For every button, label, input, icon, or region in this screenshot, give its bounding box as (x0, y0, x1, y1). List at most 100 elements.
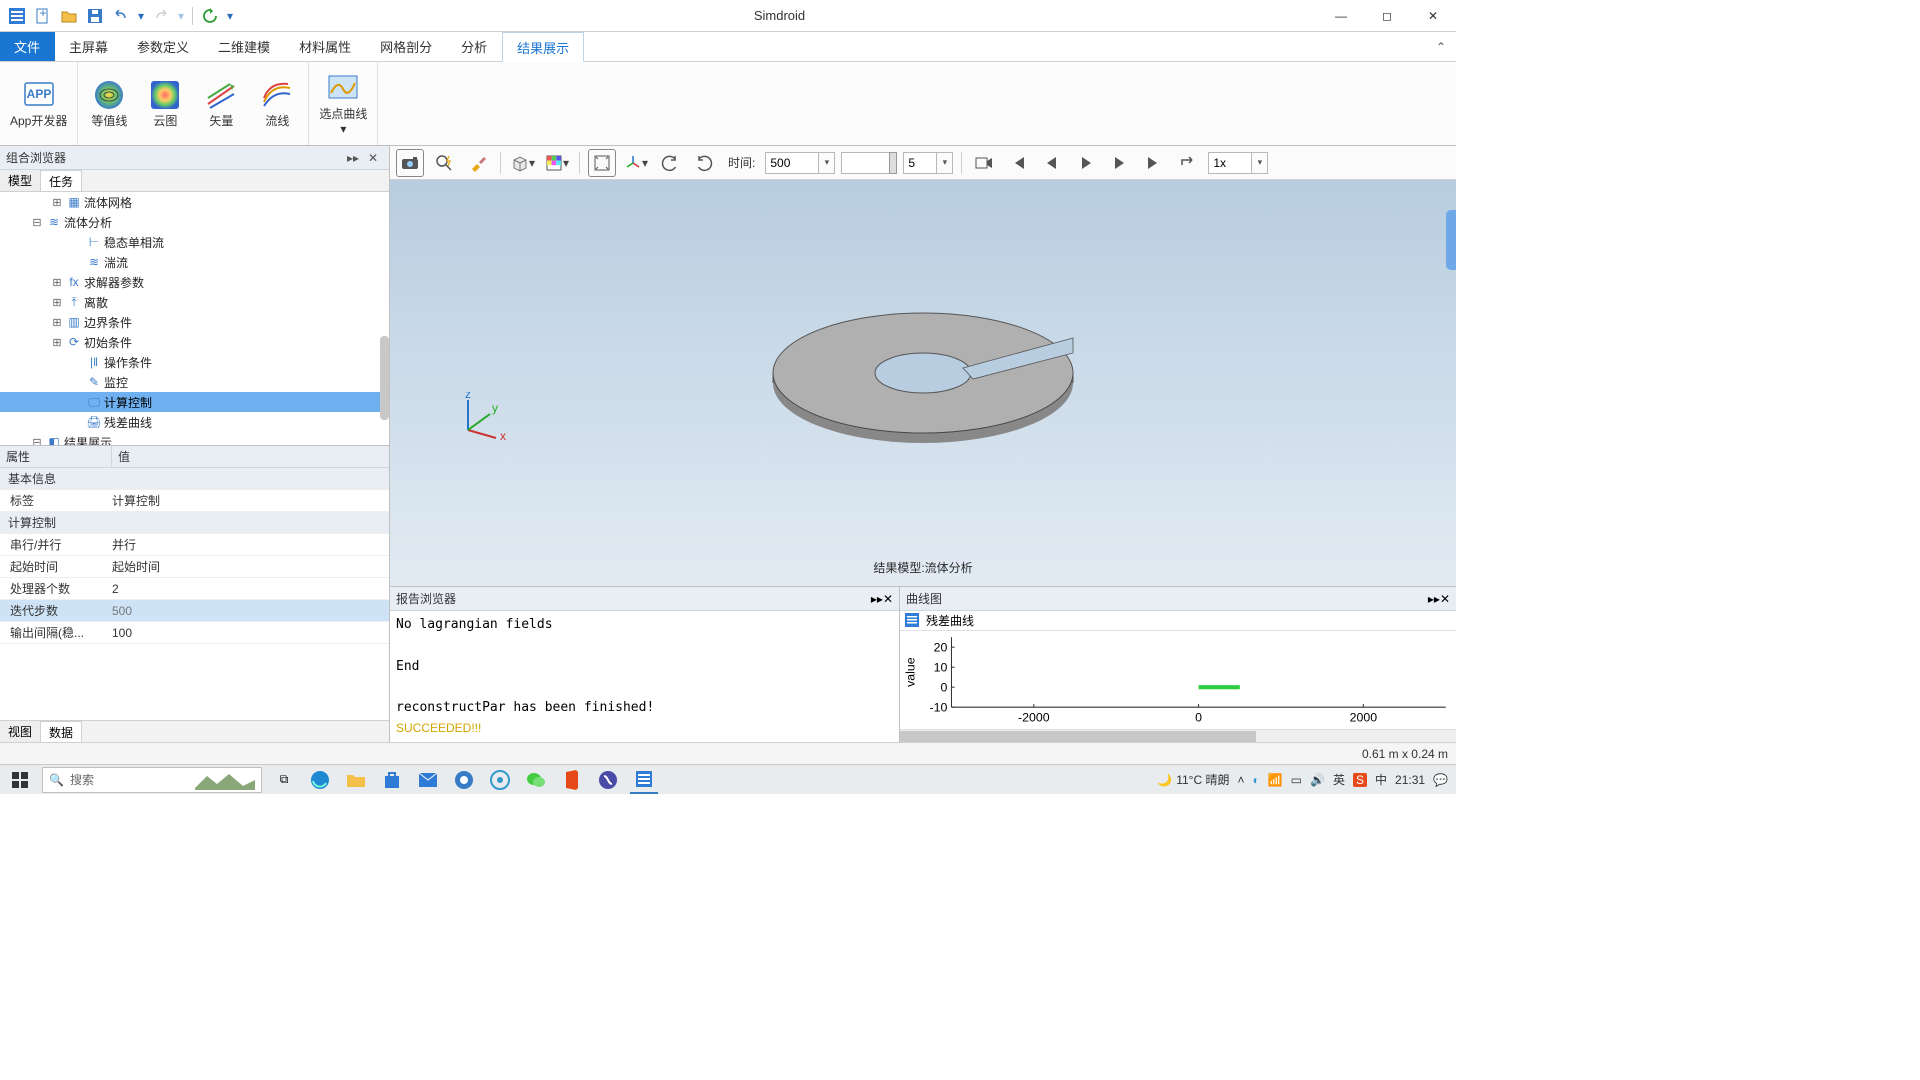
edge2-icon[interactable] (450, 766, 478, 794)
time-input[interactable]: 500 (765, 152, 819, 174)
tray-app-icon[interactable]: ◐ (1252, 773, 1259, 787)
cube-icon[interactable]: ▾ (509, 149, 537, 177)
undo-icon[interactable] (110, 5, 132, 27)
first-icon[interactable] (1004, 149, 1032, 177)
prop-row[interactable]: 标签计算控制 (0, 490, 389, 512)
speed-input[interactable]: 1x (1208, 152, 1252, 174)
prop-row[interactable]: 处理器个数2 (0, 578, 389, 600)
ime2[interactable]: 中 (1375, 771, 1387, 788)
tree-tab-model[interactable]: 模型 (0, 170, 41, 191)
tab-2d[interactable]: 二维建模 (204, 32, 285, 61)
expand-icon[interactable]: ⊞ (50, 296, 64, 309)
volume-icon[interactable]: 🔊 (1310, 773, 1325, 787)
undo-dd-icon[interactable]: ▾ (136, 5, 146, 27)
tab-material[interactable]: 材料属性 (285, 32, 366, 61)
weather[interactable]: 🌙11°C 晴朗 (1157, 771, 1229, 788)
last-icon[interactable] (1140, 149, 1168, 177)
fit-icon[interactable] (588, 149, 616, 177)
prop-value[interactable] (112, 604, 389, 618)
simdroid-task-icon[interactable] (630, 766, 658, 794)
notifications-icon[interactable]: 💬 (1433, 773, 1448, 787)
rotate-ccw-icon[interactable] (656, 149, 684, 177)
tree-node[interactable]: ⊟◧结果展示 (0, 432, 389, 446)
open-icon[interactable] (58, 5, 80, 27)
rubik-icon[interactable]: ▾ (543, 149, 571, 177)
tree-node[interactable]: ⊞⤒离散 (0, 292, 389, 312)
panel-expand-icon[interactable]: ▸▸ (871, 592, 883, 606)
rotate-cw-icon[interactable] (690, 149, 718, 177)
panel-close-icon[interactable]: ✕ (883, 592, 893, 606)
ime-sogou-icon[interactable]: S (1353, 773, 1367, 787)
tree-node[interactable]: ⊢稳态单相流 (0, 232, 389, 252)
btn-contour-line[interactable]: 等值线 (88, 78, 130, 128)
tab-result[interactable]: 结果展示 (502, 32, 584, 62)
record-icon[interactable] (970, 149, 998, 177)
refresh-icon[interactable] (199, 5, 221, 27)
minimize-button[interactable]: — (1318, 0, 1364, 32)
time-dd-icon[interactable]: ▾ (819, 152, 835, 174)
tree-node[interactable]: ✎监控 (0, 372, 389, 392)
wifi-icon[interactable]: 📶 (1268, 773, 1283, 787)
tree-node[interactable]: 🖵计算控制 (0, 392, 389, 412)
frame-dd-icon[interactable]: ▾ (937, 152, 953, 174)
btn-vector[interactable]: 矢量 (200, 78, 242, 128)
chart-hscroll[interactable] (900, 729, 1456, 742)
tray-chevron-icon[interactable]: ˄ (1237, 773, 1244, 787)
prop-row[interactable]: 输出间隔(稳...100 (0, 622, 389, 644)
refresh-dd-icon[interactable]: ▾ (225, 5, 235, 27)
tree-tab-task[interactable]: 任务 (41, 170, 82, 191)
prop-row[interactable]: 迭代步数 (0, 600, 389, 622)
loop-icon[interactable] (1174, 149, 1202, 177)
wechat-icon[interactable] (522, 766, 550, 794)
prop-row[interactable]: 串行/并行并行 (0, 534, 389, 556)
tab-home[interactable]: 主屏幕 (55, 32, 123, 61)
tab-mesh[interactable]: 网格剖分 (366, 32, 447, 61)
task-view-icon[interactable]: ⧉ (270, 766, 298, 794)
start-icon[interactable] (0, 765, 40, 795)
expand-icon[interactable]: ⊞ (50, 276, 64, 289)
viewport-3d[interactable]: z x y 结果模型:流体分析 (390, 180, 1456, 586)
prev-icon[interactable] (1038, 149, 1066, 177)
expand-icon[interactable]: ⊞ (50, 196, 64, 209)
store-icon[interactable] (378, 766, 406, 794)
sim-icon[interactable] (594, 766, 622, 794)
btn-pick-curve[interactable]: 选点曲线▾ (319, 71, 367, 136)
prop-value[interactable]: 2 (112, 582, 389, 596)
viewport-handle[interactable] (1446, 210, 1456, 270)
tree-scrollbar[interactable] (380, 336, 389, 420)
panel-expand-icon[interactable]: ▸▸ (1428, 592, 1440, 606)
edge-icon[interactable] (306, 766, 334, 794)
app-icon[interactable] (6, 5, 28, 27)
speed-dd-icon[interactable]: ▾ (1252, 152, 1268, 174)
tree-node[interactable]: |‖操作条件 (0, 352, 389, 372)
tree-body[interactable]: ⊞▦流体网格⊟≋流体分析⊢稳态单相流≋湍流⊞fx求解器参数⊞⤒离散⊞▥边界条件⊞… (0, 192, 389, 446)
prop-value[interactable]: 并行 (112, 536, 389, 553)
expand-icon[interactable]: ⊞ (50, 336, 64, 349)
prop-value[interactable]: 100 (112, 626, 389, 640)
brush-icon[interactable] (464, 149, 492, 177)
tab-view[interactable]: 视图 (0, 721, 41, 742)
prop-value[interactable]: 起始时间 (112, 558, 389, 575)
taskbar-search[interactable]: 🔍 搜索 (42, 767, 262, 793)
explorer-icon[interactable] (342, 766, 370, 794)
battery-icon[interactable]: ▭ (1291, 773, 1302, 787)
next-icon[interactable] (1106, 149, 1134, 177)
new-icon[interactable]: + (32, 5, 54, 27)
prop-value[interactable]: 计算控制 (112, 492, 389, 509)
btn-app-dev[interactable]: APP App开发器 (10, 78, 67, 128)
axes-icon[interactable]: ▾ (622, 149, 650, 177)
close-button[interactable]: ✕ (1410, 0, 1456, 32)
btn-streamline[interactable]: 流线 (256, 78, 298, 128)
tab-params[interactable]: 参数定义 (123, 32, 204, 61)
tree-node[interactable]: ⊞⟳初始条件 (0, 332, 389, 352)
btn-cloud[interactable]: 云图 (144, 78, 186, 128)
mail-icon[interactable] (414, 766, 442, 794)
tab-data[interactable]: 数据 (41, 721, 82, 742)
play-icon[interactable] (1072, 149, 1100, 177)
tab-analysis[interactable]: 分析 (447, 32, 502, 61)
expand-icon[interactable]: ⊟ (30, 216, 44, 229)
chart-area[interactable]: value-1001020-200002000 (900, 631, 1456, 730)
clock[interactable]: 21:31 (1395, 773, 1425, 787)
maximize-button[interactable]: ◻ (1364, 0, 1410, 32)
ime1[interactable]: 英 (1333, 771, 1345, 788)
